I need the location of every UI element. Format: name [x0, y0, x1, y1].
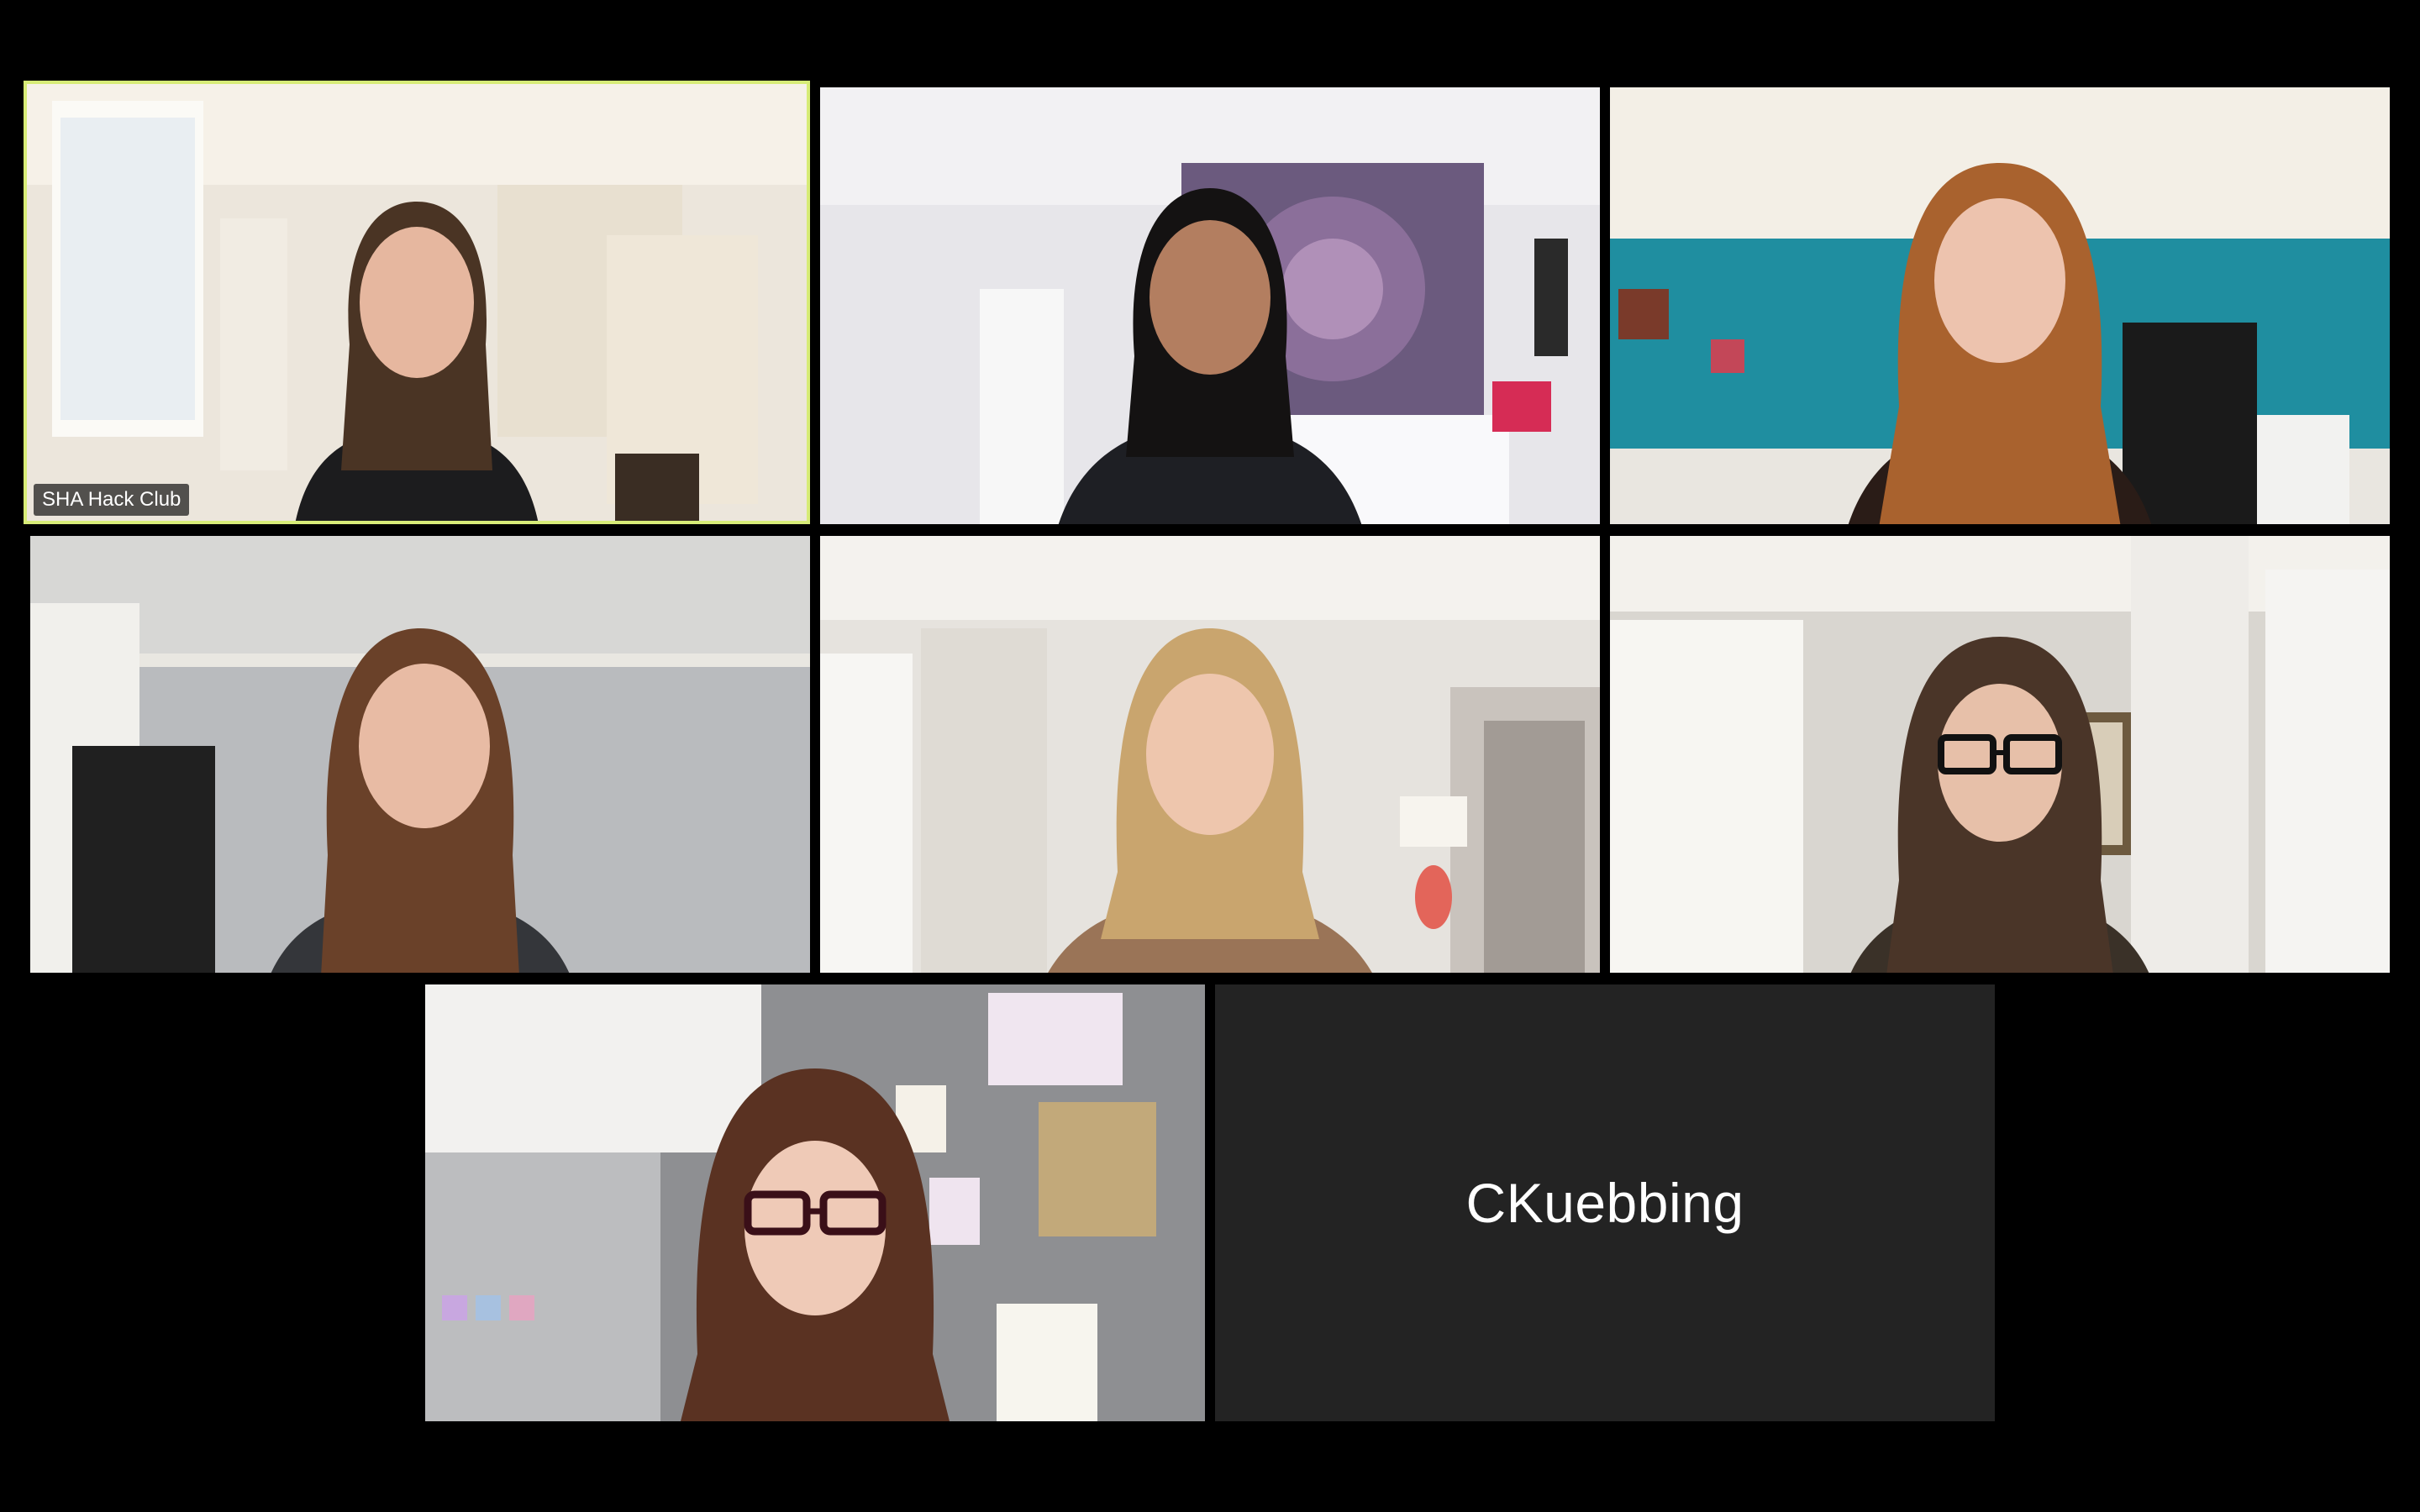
participant-tile-4[interactable]: [30, 536, 810, 973]
participant-video-person: [1048, 628, 1372, 973]
video-gallery: SHA Hack Club CKuebbing: [0, 0, 2420, 1512]
participant-video-person: [1848, 163, 2152, 524]
participant-tile-5[interactable]: [820, 536, 1600, 973]
participant-tile-7[interactable]: [425, 984, 1205, 1421]
participant-tile-6[interactable]: [1610, 536, 2390, 973]
participant-name-label: SHA Hack Club: [34, 484, 190, 516]
participant-display-name: CKuebbing: [1465, 1172, 1744, 1234]
participant-tile-8[interactable]: CKuebbing: [1215, 984, 1995, 1421]
participant-video-person: [295, 202, 539, 521]
participant-video-person: [1850, 637, 2149, 973]
participant-video-person: [1058, 188, 1362, 524]
participant-tile-3[interactable]: [1610, 87, 2390, 524]
participant-video-person: [271, 628, 570, 973]
participant-tile-2[interactable]: [820, 87, 1600, 524]
participant-video-person: [681, 1068, 950, 1421]
participant-tile-1[interactable]: SHA Hack Club: [24, 81, 810, 524]
